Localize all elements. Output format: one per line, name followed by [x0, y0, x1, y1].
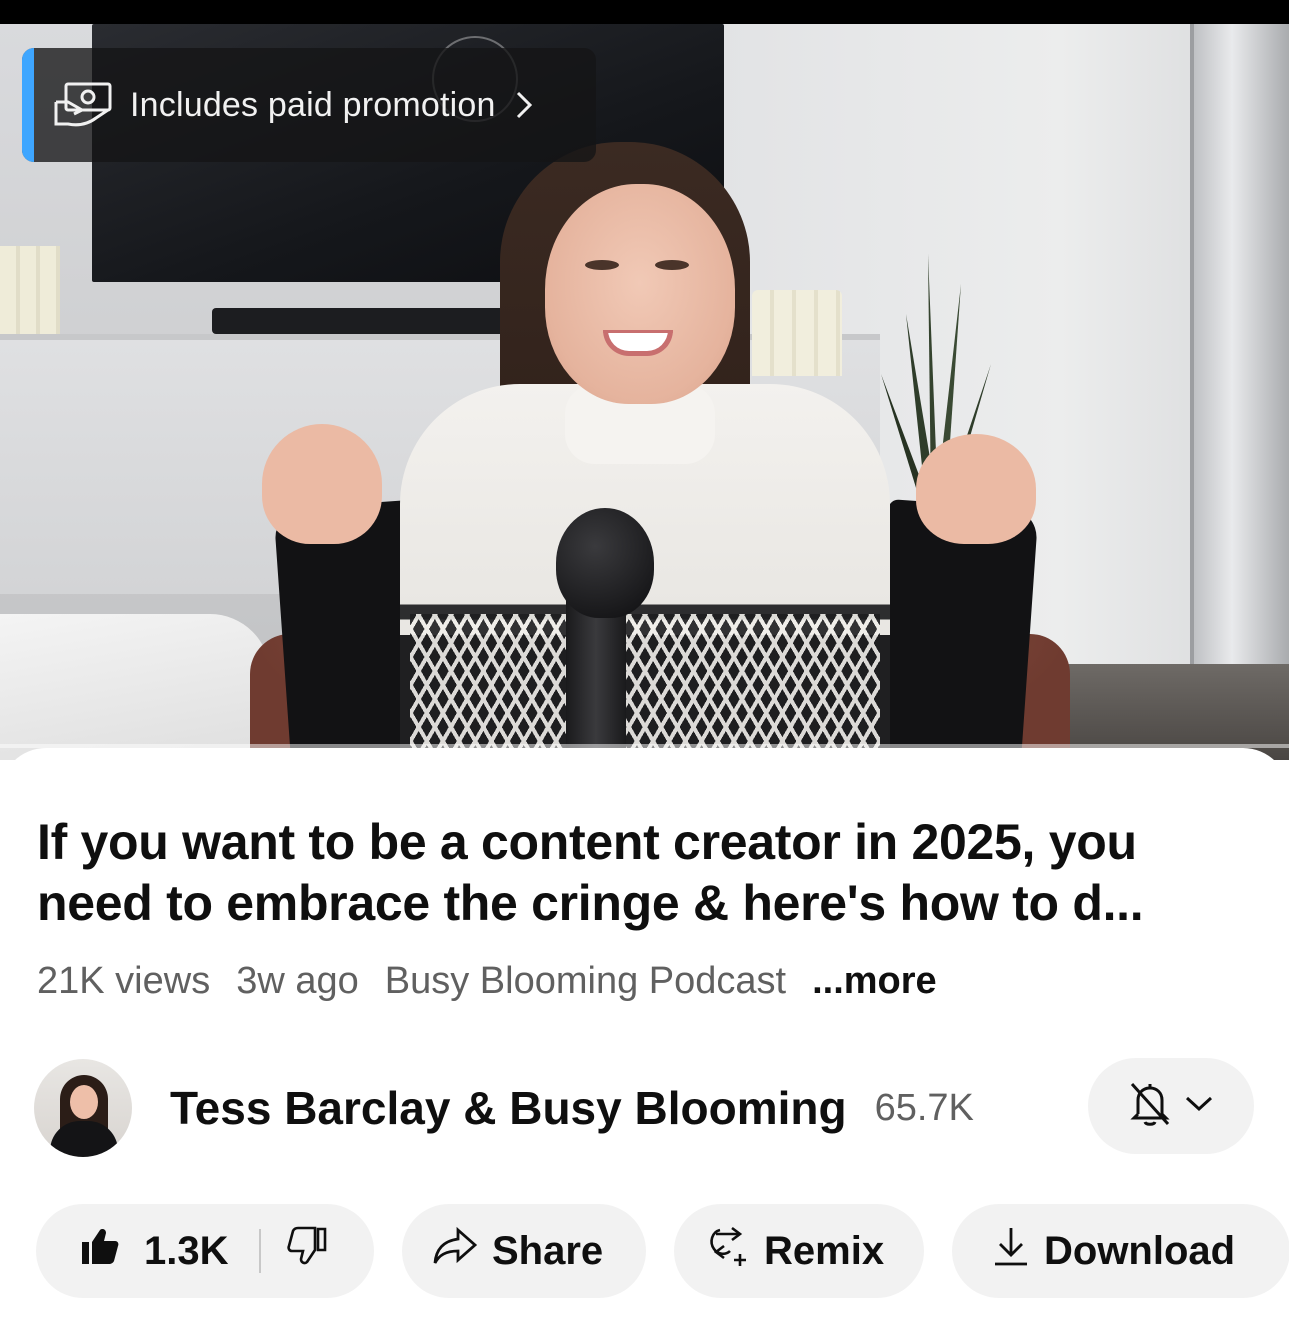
channel-tag[interactable]: Busy Blooming Podcast — [385, 960, 786, 1003]
presenter-face — [545, 184, 735, 404]
notification-bell-button[interactable] — [1088, 1058, 1254, 1154]
download-button[interactable]: Download — [952, 1204, 1289, 1298]
video-title[interactable]: If you want to be a content creator in 2… — [37, 812, 1257, 934]
microphone — [556, 508, 654, 618]
channel-avatar[interactable] — [34, 1059, 132, 1157]
paid-promotion-banner[interactable]: Includes paid promotion — [22, 48, 596, 162]
channel-name[interactable]: Tess Barclay & Busy Blooming — [170, 1081, 847, 1135]
remix-icon — [706, 1224, 750, 1278]
share-label: Share — [492, 1228, 604, 1273]
download-label: Download — [1044, 1228, 1236, 1273]
chevron-down-icon — [1184, 1095, 1214, 1118]
bell-off-icon — [1128, 1080, 1172, 1133]
chevron-right-icon — [514, 88, 544, 122]
like-divider — [258, 1229, 261, 1273]
remix-label: Remix — [764, 1228, 885, 1273]
subscriber-count: 65.7K — [874, 1086, 974, 1129]
thumbs-up-filled-icon[interactable] — [80, 1226, 120, 1276]
more-link[interactable]: ...more — [812, 960, 937, 1003]
like-dislike-group: 1.3K — [36, 1204, 374, 1298]
upload-age: 3w ago — [236, 960, 359, 1002]
download-icon — [992, 1225, 1030, 1277]
share-arrow-icon — [432, 1226, 478, 1276]
channel-row[interactable]: Tess Barclay & Busy Blooming 65.7K — [34, 1058, 1254, 1158]
promotion-label: Includes paid promotion — [130, 85, 496, 124]
view-count: 21K views — [37, 960, 211, 1002]
action-bar: 1.3K Share Remix Download — [36, 1204, 1289, 1298]
promotion-accent-bar — [22, 48, 34, 162]
remix-button[interactable]: Remix — [674, 1204, 924, 1298]
paid-promotion-icon — [52, 80, 116, 130]
like-count[interactable]: 1.3K — [144, 1229, 229, 1274]
share-button[interactable]: Share — [402, 1204, 646, 1298]
video-player[interactable]: Includes paid promotion — [0, 0, 1289, 760]
video-metadata[interactable]: 21K views 3w ago Busy Blooming Podcast .… — [37, 960, 937, 1003]
thumbs-down-icon[interactable] — [286, 1226, 327, 1276]
